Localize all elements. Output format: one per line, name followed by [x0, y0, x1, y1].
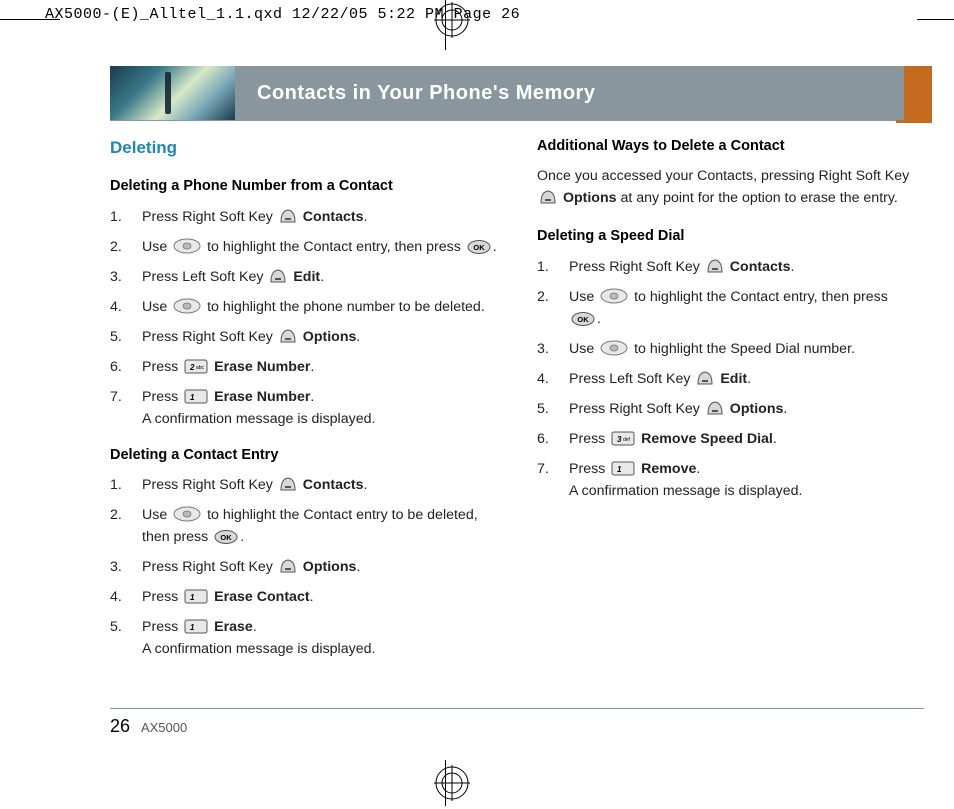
softkey-icon: [279, 558, 297, 574]
softkey-icon: [706, 258, 724, 274]
svg-text:1: 1: [617, 465, 622, 474]
step-num: 7.: [537, 458, 555, 502]
svg-text:def: def: [623, 437, 631, 443]
step-text: Press 1 Remove.A confirmation message is…: [569, 458, 924, 502]
step-text: Use to highlight the Contact entry, then…: [569, 286, 924, 330]
step-text: Press 1 Erase Contact.: [142, 586, 497, 608]
step-num: 2.: [110, 236, 128, 258]
crop-mark-right: [917, 19, 954, 20]
softkey-icon: [279, 328, 297, 344]
ok-icon: [214, 530, 238, 544]
step-num: 7.: [110, 386, 128, 430]
registration-mark-bottom: [434, 765, 456, 809]
subhead-additional: Additional Ways to Delete a Contact: [537, 135, 924, 157]
subhead-delete-number: Deleting a Phone Number from a Contact: [110, 175, 497, 197]
step-num: 4.: [110, 296, 128, 318]
key-1-icon: 1: [611, 461, 635, 476]
step-text: Press Right Soft Key Contacts.: [142, 206, 497, 228]
footer-rule: [110, 708, 924, 709]
key-2-icon: 2abc: [184, 359, 208, 374]
nav-icon: [600, 340, 628, 356]
step-text: Use to highlight the Contact entry to be…: [142, 504, 497, 548]
step-text: Press 2abc Erase Number.: [142, 356, 497, 378]
step-num: 5.: [537, 398, 555, 420]
softkey-icon: [696, 370, 714, 386]
step-text: Press Right Soft Key Options.: [569, 398, 924, 420]
step-num: 3.: [537, 338, 555, 360]
ok-icon: [467, 240, 491, 254]
step-num: 1.: [110, 206, 128, 228]
steps-delete-number: 1. Press Right Soft Key Contacts. 2. Use t…: [110, 206, 497, 430]
softkey-icon: [279, 476, 297, 492]
svg-text:1: 1: [190, 623, 195, 632]
softkey-icon: [706, 400, 724, 416]
step-text: Press 3def Remove Speed Dial.: [569, 428, 924, 450]
nav-icon: [600, 288, 628, 304]
crop-mark-left: [0, 19, 60, 20]
step-num: 2.: [537, 286, 555, 330]
step-text: Press Right Soft Key Options.: [142, 556, 497, 578]
header-rule: [110, 120, 932, 121]
svg-text:2: 2: [189, 363, 195, 372]
softkey-icon: [279, 208, 297, 224]
step-text: Press 1 Erase Number.A confirmation mess…: [142, 386, 497, 430]
column-left: Deleting Deleting a Phone Number from a …: [110, 135, 497, 709]
para-additional: Once you accessed your Contacts, pressin…: [537, 165, 924, 209]
step-num: 4.: [537, 368, 555, 390]
step-text: Use to highlight the phone number to be …: [142, 296, 497, 318]
steps-delete-entry: 1. Press Right Soft Key Contacts. 2. Use t…: [110, 474, 497, 660]
svg-text:3: 3: [617, 435, 622, 444]
key-1-icon: 1: [184, 389, 208, 404]
chapter-title: Contacts in Your Phone's Memory: [235, 66, 904, 120]
chapter-accent: [904, 66, 932, 120]
nav-icon: [173, 506, 201, 522]
step-text: Press 1 Erase.A confirmation message is …: [142, 616, 497, 660]
subhead-delete-entry: Deleting a Contact Entry: [110, 444, 497, 466]
nav-icon: [173, 238, 201, 254]
step-text: Use to highlight the Speed Dial number.: [569, 338, 924, 360]
softkey-icon: [539, 189, 557, 205]
model-name: AX5000: [141, 720, 187, 735]
subhead-delete-speed-dial: Deleting a Speed Dial: [537, 225, 924, 247]
step-num: 5.: [110, 326, 128, 348]
step-num: 6.: [110, 356, 128, 378]
column-right: Additional Ways to Delete a Contact Once…: [537, 135, 924, 709]
softkey-icon: [269, 268, 287, 284]
step-text: Press Right Soft Key Contacts.: [142, 474, 497, 496]
step-text: Press Left Soft Key Edit.: [142, 266, 497, 288]
step-num: 5.: [110, 616, 128, 660]
svg-text:1: 1: [190, 593, 195, 602]
section-heading: Deleting: [110, 135, 497, 161]
key-1-icon: 1: [184, 589, 208, 604]
registration-mark-top: [434, 2, 456, 46]
chapter-photo: [110, 66, 235, 120]
key-1-icon: 1: [184, 619, 208, 634]
step-text: Press Right Soft Key Options.: [142, 326, 497, 348]
steps-delete-speed-dial: 1. Press Right Soft Key Contacts. 2. Use t…: [537, 256, 924, 502]
step-text: Press Left Soft Key Edit.: [569, 368, 924, 390]
step-num: 3.: [110, 556, 128, 578]
step-text: Use to highlight the Contact entry, then…: [142, 236, 497, 258]
step-num: 2.: [110, 504, 128, 548]
key-3-icon: 3def: [611, 431, 635, 446]
page-number: 26: [110, 716, 130, 736]
nav-icon: [173, 298, 201, 314]
svg-text:abc: abc: [196, 365, 205, 371]
step-text: Press Right Soft Key Contacts.: [569, 256, 924, 278]
step-num: 1.: [537, 256, 555, 278]
ok-icon: [571, 312, 595, 326]
step-num: 6.: [537, 428, 555, 450]
svg-text:1: 1: [190, 393, 195, 402]
step-num: 3.: [110, 266, 128, 288]
chapter-band: Contacts in Your Phone's Memory: [110, 66, 932, 120]
page-footer: 26 AX5000: [110, 716, 187, 737]
step-num: 4.: [110, 586, 128, 608]
step-num: 1.: [110, 474, 128, 496]
body-columns: Deleting Deleting a Phone Number from a …: [110, 135, 924, 709]
